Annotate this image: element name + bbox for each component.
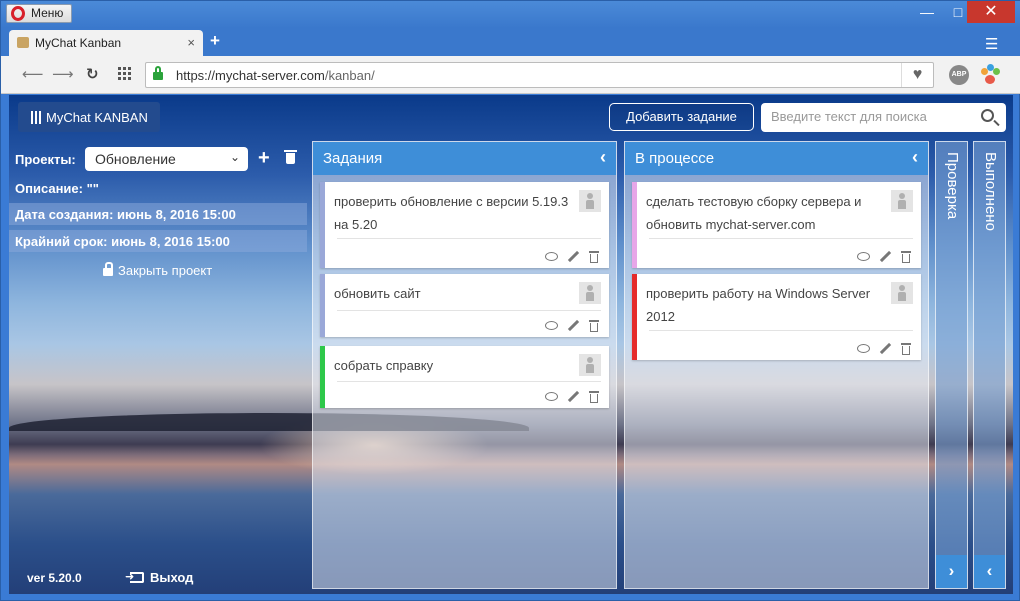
back-icon[interactable]: ⟵ [22,65,44,83]
close-project-button[interactable]: Закрыть проект [103,262,213,278]
task-text: сделать тестовую сборку сервера и обнови… [646,194,862,232]
delete-icon[interactable] [588,251,600,263]
assignee-avatar-icon[interactable] [579,190,601,212]
task-text: проверить обновление с версии 5.19.3 на … [334,194,569,232]
abp-icon[interactable]: ABP [949,65,969,85]
logout-icon [125,570,144,583]
minimize-button[interactable]: — [910,1,944,23]
task-card[interactable]: проверить обновление с версии 5.19.3 на … [320,182,609,268]
logout-label: Выход [150,570,194,585]
column-title: Проверка [944,152,961,220]
column-tasks: Задания ‹ проверить обновление с версии … [312,141,617,589]
task-card[interactable]: сделать тестовую сборку сервера и обнови… [632,182,921,268]
new-tab-button[interactable]: + [210,31,220,51]
column-header: Задания ‹ [313,142,616,175]
paw-icon[interactable] [979,63,1001,85]
kanban-icon [31,111,42,124]
delete-icon[interactable] [588,391,600,403]
column-title: В процессе [635,150,715,167]
task-card[interactable]: проверить работу на Windows Server 2012 [632,274,921,360]
delete-project-icon[interactable] [284,150,297,165]
speed-dial-icon[interactable] [118,67,131,80]
delete-icon[interactable] [900,343,912,355]
comment-icon[interactable] [545,392,558,401]
favicon-icon [17,37,29,48]
comment-icon[interactable] [857,344,870,353]
task-text: проверить работу на Windows Server 2012 [646,286,871,324]
projects-label: Проекты: [15,152,76,167]
column-done-collapsed[interactable]: Выполнено ‹ [973,141,1006,589]
edit-icon[interactable] [879,343,891,354]
task-text: собрать справку [334,358,434,373]
assignee-avatar-icon[interactable] [579,282,601,304]
assignee-avatar-icon[interactable] [579,354,601,376]
column-header: В процессе ‹ [625,142,928,175]
comment-icon[interactable] [857,252,870,261]
close-window-button[interactable]: ✕ [967,1,1015,23]
brand-logo[interactable]: MyChat KANBAN [18,102,160,132]
opera-icon [11,6,25,21]
project-select[interactable]: Обновление ⌄ [85,147,248,171]
tab-menu-icon[interactable]: ☰ [985,35,998,53]
lock-icon [153,66,163,81]
comment-icon[interactable] [545,321,558,330]
project-deadline: Крайний срок: июнь 8, 2016 15:00 [9,230,307,252]
comment-icon[interactable] [545,252,558,261]
edit-icon[interactable] [567,251,579,262]
add-task-button[interactable]: Добавить задание [609,103,754,131]
forward-icon[interactable]: ⟶ [52,65,74,83]
column-title: Выполнено [982,152,999,231]
address-bar[interactable]: https://mychat-server.com/kanban/ ♥ [145,62,934,88]
close-project-label: Закрыть проект [118,263,213,278]
version-label: ver 5.20.0 [27,571,82,585]
selected-project: Обновление [95,151,176,167]
browser-menu-button[interactable]: Меню [6,4,72,23]
search-icon[interactable] [981,109,994,122]
tab-bar: MyChat Kanban × [1,28,1020,56]
column-review-collapsed[interactable]: Проверка › [935,141,968,589]
browser-window: Меню — □ ✕ MyChat Kanban × + ☰ ⟵ ⟶ ↻ htt… [0,0,1020,601]
title-bar: Меню — □ ✕ [1,1,1020,28]
tab-close-button[interactable]: × [187,35,195,50]
delete-icon[interactable] [588,320,600,332]
browser-toolbar: ⟵ ⟶ ↻ https://mychat-server.com/kanban/ … [1,56,1020,94]
tab-title: MyChat Kanban [35,36,122,50]
assignee-avatar-icon[interactable] [891,190,913,212]
brand-label: MyChat KANBAN [46,110,148,125]
edit-icon[interactable] [567,391,579,402]
edit-icon[interactable] [879,251,891,262]
collapse-column-button[interactable]: ‹ [600,147,606,168]
lock-icon [103,262,113,276]
search-box[interactable] [761,103,1006,132]
logout-button[interactable]: Выход [125,570,194,585]
column-in-progress: В процессе ‹ сделать тестовую сборку сер… [624,141,929,589]
collapse-column-button[interactable]: ‹ [912,147,918,168]
expand-column-button[interactable]: › [936,555,967,588]
tab-mychat-kanban[interactable]: MyChat Kanban × [9,30,203,56]
task-card[interactable]: обновить сайт [320,274,609,337]
project-description: Описание: "" [15,181,99,196]
add-project-button[interactable]: + [258,146,270,170]
task-text: обновить сайт [334,286,421,301]
task-card[interactable]: собрать справку [320,346,609,408]
expand-column-button[interactable]: ‹ [974,555,1005,588]
reload-icon[interactable]: ↻ [86,65,99,83]
heart-icon[interactable]: ♥ [901,63,933,87]
edit-icon[interactable] [567,320,579,331]
assignee-avatar-icon[interactable] [891,282,913,304]
browser-menu-label: Меню [31,6,64,20]
url-text[interactable]: https://mychat-server.com/kanban/ [176,68,375,83]
search-input[interactable] [771,109,971,124]
delete-icon[interactable] [900,251,912,263]
chevron-down-icon: ⌄ [229,150,240,164]
column-title: Задания [323,150,383,167]
kanban-page: MyChat KANBAN Добавить задание Проекты: … [9,95,1013,594]
project-created-date: Дата создания: июнь 8, 2016 15:00 [9,203,307,225]
